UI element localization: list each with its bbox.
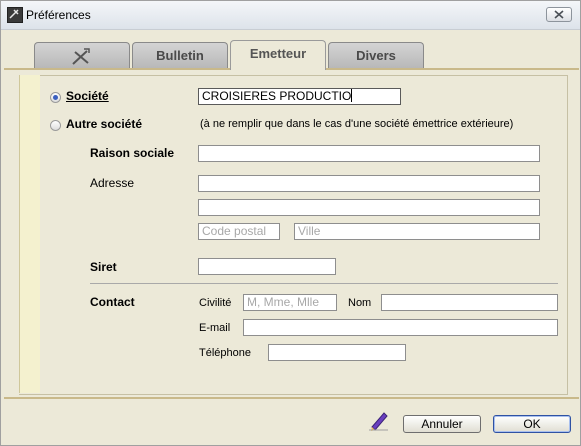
civilite-input[interactable]: M, Mme, Mlle <box>243 294 337 311</box>
footer-separator <box>4 397 579 399</box>
email-label: E-mail <box>199 322 231 334</box>
telephone-input[interactable] <box>268 344 406 361</box>
cancel-button[interactable]: Annuler <box>403 415 481 433</box>
siret-label: Siret <box>90 260 117 274</box>
emetteur-panel: Société CROISIERES PRODUCTIO Autre socié… <box>4 68 579 398</box>
pen-icon[interactable] <box>368 409 390 431</box>
adresse-line2-input[interactable] <box>198 199 540 216</box>
close-icon <box>554 10 564 19</box>
app-icon <box>7 7 23 23</box>
raison-sociale-input[interactable] <box>198 145 540 162</box>
adresse-line1-input[interactable] <box>198 175 540 192</box>
contact-separator <box>90 283 558 284</box>
company-radio-label[interactable]: Société <box>66 89 109 103</box>
company-value: CROISIERES PRODUCTIO <box>202 89 352 103</box>
tab-bulletin[interactable]: Bulletin <box>132 42 228 68</box>
title-bar[interactable]: Préférences <box>1 1 580 30</box>
dialog-client: Bulletin Emetteur Divers Société CROISIE… <box>4 31 579 443</box>
tools-icon <box>72 48 90 65</box>
ok-button[interactable]: OK <box>493 415 571 433</box>
contact-label: Contact <box>90 295 135 309</box>
text-caret <box>351 89 353 102</box>
siret-input[interactable] <box>198 258 336 275</box>
civilite-label: Civilité <box>199 297 232 309</box>
email-input[interactable] <box>243 319 558 336</box>
tab-emetteur[interactable]: Emetteur <box>230 40 326 70</box>
adresse-label: Adresse <box>90 176 135 190</box>
other-company-radio-label[interactable]: Autre société <box>66 117 142 131</box>
tab-divers[interactable]: Divers <box>328 42 424 68</box>
close-button[interactable] <box>546 7 572 22</box>
other-company-note: (à ne remplir que dans le cas d'une soci… <box>200 118 514 130</box>
telephone-label: Téléphone <box>199 347 251 359</box>
other-company-radio[interactable] <box>50 120 61 131</box>
tab-tools[interactable] <box>34 42 130 68</box>
company-field[interactable]: CROISIERES PRODUCTIO <box>198 88 401 105</box>
nom-label: Nom <box>348 297 372 309</box>
nom-input[interactable] <box>381 294 558 311</box>
window-title: Préférences <box>26 8 91 22</box>
preferences-window: Préférences Bulletin Emetteur Divers Soc… <box>0 0 581 446</box>
code-postal-input[interactable]: Code postal <box>198 223 280 240</box>
ville-input[interactable]: Ville <box>294 223 540 240</box>
raison-sociale-label: Raison sociale <box>90 146 175 160</box>
company-radio[interactable] <box>50 92 61 103</box>
panel-strip <box>19 75 40 393</box>
